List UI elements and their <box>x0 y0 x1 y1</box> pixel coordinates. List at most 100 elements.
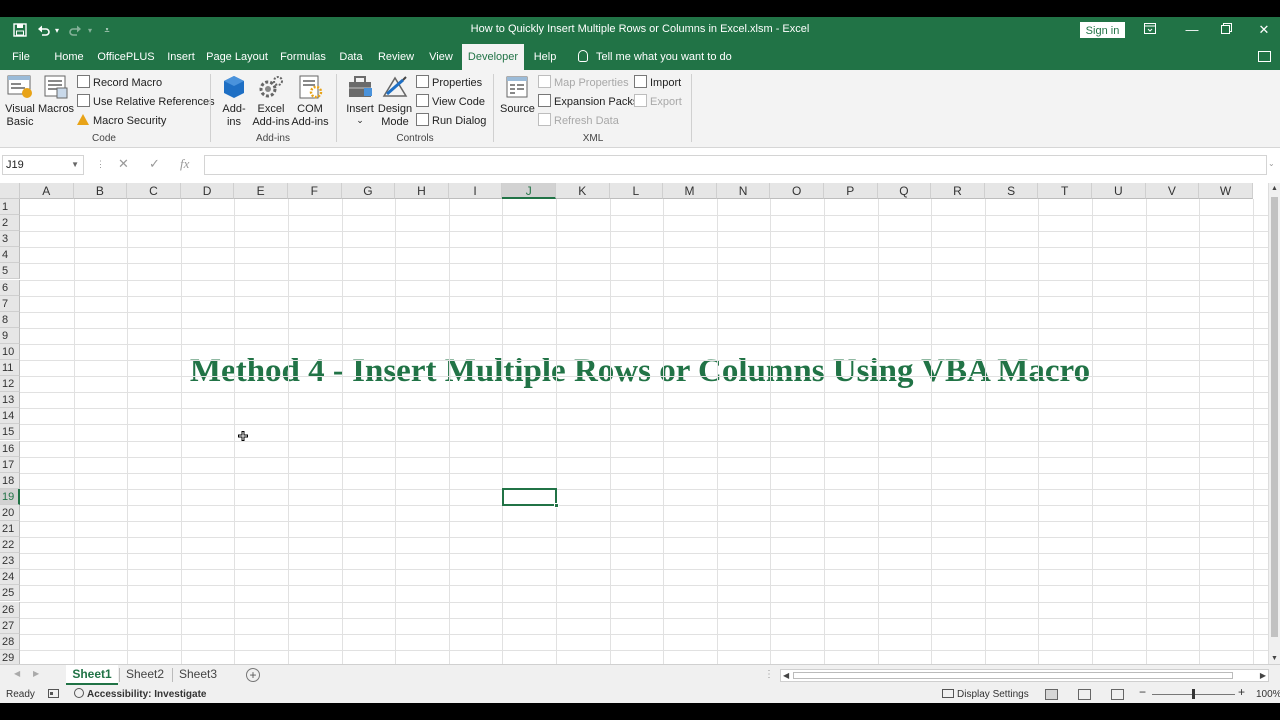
column-header-d[interactable]: D <box>180 183 235 199</box>
column-header-m[interactable]: M <box>663 183 717 199</box>
row-header-13[interactable]: 13 <box>0 392 20 409</box>
insert-control-button[interactable]: Insert ⌄ <box>342 74 378 125</box>
column-header-g[interactable]: G <box>341 183 396 199</box>
sheet-tab-sheet2[interactable]: Sheet2 <box>120 665 170 685</box>
insert-function-icon[interactable]: fx <box>180 156 189 172</box>
row-header-18[interactable]: 18 <box>0 472 20 489</box>
tab-insert[interactable]: Insert <box>162 44 200 70</box>
column-header-h[interactable]: H <box>395 183 449 199</box>
column-header-b[interactable]: B <box>73 183 128 199</box>
add-sheet-icon[interactable]: + <box>246 668 260 682</box>
use-relative-references-button[interactable]: Use Relative References <box>77 93 215 111</box>
page-layout-view-icon[interactable] <box>1078 689 1091 700</box>
row-header-14[interactable]: 14 <box>0 408 20 425</box>
row-header-5[interactable]: 5 <box>0 263 20 280</box>
tab-home[interactable]: Home <box>50 44 88 70</box>
sheet-prev-icon[interactable]: ◀ <box>14 669 20 678</box>
redo-icon[interactable] <box>67 21 83 39</box>
row-header-22[interactable]: 22 <box>0 537 20 554</box>
row-header-7[interactable]: 7 <box>0 295 20 312</box>
row-header-23[interactable]: 23 <box>0 553 20 570</box>
select-all-corner[interactable] <box>0 183 20 199</box>
scroll-right-icon[interactable]: ▶ <box>1260 670 1266 681</box>
column-header-e[interactable]: E <box>234 183 288 199</box>
name-box[interactable]: J19 ▼ <box>2 155 84 175</box>
macro-recording-icon[interactable] <box>48 688 59 703</box>
view-code-button[interactable]: View Code <box>416 93 485 111</box>
row-header-27[interactable]: 27 <box>0 617 20 634</box>
row-header-2[interactable]: 2 <box>0 215 20 232</box>
horizontal-scroll-thumb[interactable] <box>793 672 1233 679</box>
tab-review[interactable]: Review <box>376 44 416 70</box>
excel-addins-button[interactable]: Excel Add-ins <box>252 74 290 129</box>
row-header-20[interactable]: 20 <box>0 504 20 521</box>
column-header-v[interactable]: V <box>1145 183 1200 199</box>
column-header-w[interactable]: W <box>1199 183 1253 199</box>
row-header-8[interactable]: 8 <box>0 311 20 328</box>
column-header-i[interactable]: I <box>448 183 503 199</box>
tab-officeplus[interactable]: OfficePLUS <box>96 44 156 70</box>
cancel-entry-icon[interactable]: ✕ <box>118 156 129 172</box>
row-header-10[interactable]: 10 <box>0 343 20 360</box>
export-button[interactable]: Export <box>634 93 682 111</box>
worksheet-grid[interactable]: Method 4 - Insert Multiple Rows or Colum… <box>0 183 1268 664</box>
column-header-p[interactable]: P <box>824 183 878 199</box>
column-header-u[interactable]: U <box>1092 183 1146 199</box>
column-header-r[interactable]: R <box>931 183 985 199</box>
source-button[interactable]: Source <box>500 74 535 116</box>
import-button[interactable]: Import <box>634 74 681 92</box>
comments-icon[interactable] <box>1258 51 1271 62</box>
design-mode-button[interactable]: Design Mode <box>376 74 414 129</box>
column-header-l[interactable]: L <box>609 183 664 199</box>
column-header-n[interactable]: N <box>716 183 771 199</box>
macros-button[interactable]: Macros <box>38 74 74 116</box>
row-header-1[interactable]: 1 <box>0 199 20 216</box>
row-header-25[interactable]: 25 <box>0 585 20 602</box>
expand-formula-bar-icon[interactable]: ⌄ <box>1268 159 1275 168</box>
tab-data[interactable]: Data <box>336 44 366 70</box>
redo-dropdown-icon[interactable]: ▾ <box>86 21 94 39</box>
vertical-scroll-thumb[interactable] <box>1271 197 1278 637</box>
column-header-q[interactable]: Q <box>877 183 932 199</box>
sheet-tab-sheet3[interactable]: Sheet3 <box>173 665 223 685</box>
tab-formulas[interactable]: Formulas <box>278 44 328 70</box>
tab-view[interactable]: View <box>424 44 458 70</box>
tab-file[interactable]: File <box>4 44 38 70</box>
row-header-3[interactable]: 3 <box>0 231 20 248</box>
row-header-24[interactable]: 24 <box>0 569 20 586</box>
customize-toolbar-icon[interactable]: ⩡ <box>102 21 112 39</box>
scroll-left-icon[interactable]: ◀ <box>783 670 789 681</box>
row-header-26[interactable]: 26 <box>0 601 20 618</box>
row-header-29[interactable]: 29 <box>0 649 20 664</box>
column-header-a[interactable]: A <box>20 183 74 199</box>
scroll-down-icon[interactable]: ▼ <box>1271 655 1278 662</box>
confirm-entry-icon[interactable]: ✓ <box>149 156 160 172</box>
row-header-16[interactable]: 16 <box>0 440 20 457</box>
accessibility-checker[interactable]: Accessibility: Investigate <box>74 688 207 701</box>
row-header-15[interactable]: 15 <box>0 424 20 441</box>
horizontal-scrollbar[interactable]: ◀ ▶ <box>780 669 1269 682</box>
properties-button[interactable]: Properties <box>416 74 482 92</box>
row-header-17[interactable]: 17 <box>0 456 20 473</box>
display-settings-button[interactable]: Display Settings <box>942 688 1029 701</box>
selected-cell[interactable] <box>502 487 559 508</box>
row-header-9[interactable]: 9 <box>0 327 20 344</box>
sign-in-button[interactable]: Sign in <box>1080 22 1125 38</box>
normal-view-icon[interactable] <box>1045 689 1058 700</box>
column-header-s[interactable]: S <box>984 183 1039 199</box>
tab-page-layout[interactable]: Page Layout <box>206 44 268 70</box>
map-properties-button[interactable]: Map Properties <box>538 74 629 92</box>
zoom-out-icon[interactable]: − <box>1139 686 1146 699</box>
tab-developer[interactable]: Developer <box>462 44 524 70</box>
formula-input[interactable] <box>204 155 1267 175</box>
row-header-4[interactable]: 4 <box>0 247 20 264</box>
close-icon[interactable]: ✕ <box>1254 20 1274 40</box>
tell-me-search[interactable]: Tell me what you want to do <box>578 44 732 70</box>
sheet-next-icon[interactable]: ▶ <box>33 669 39 678</box>
restore-icon[interactable] <box>1216 20 1236 40</box>
column-header-c[interactable]: C <box>127 183 181 199</box>
sheet-tab-sheet1[interactable]: Sheet1 <box>66 665 118 685</box>
undo-icon[interactable] <box>36 21 52 39</box>
zoom-slider-thumb[interactable] <box>1192 689 1195 699</box>
com-addins-button[interactable]: COM Add-ins <box>290 74 330 129</box>
